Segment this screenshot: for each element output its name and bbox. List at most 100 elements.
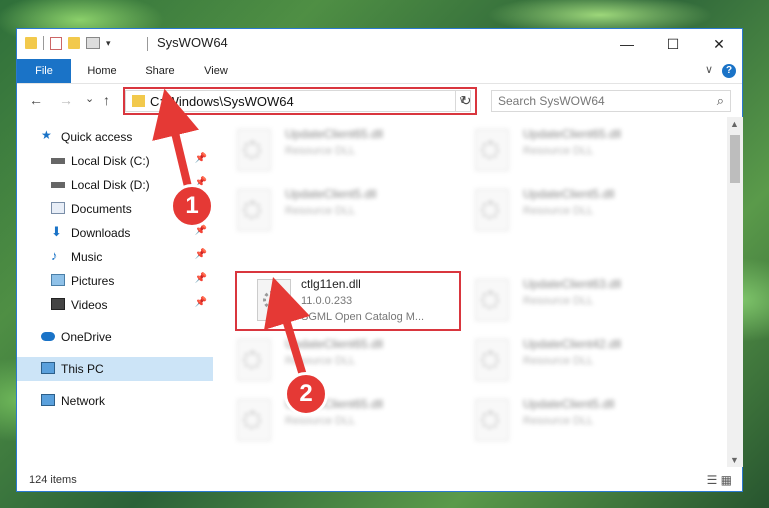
window-title: SysWOW64	[157, 35, 228, 50]
sidebar-item-label: Videos	[71, 298, 108, 312]
sidebar-item-quick-access[interactable]: ★ Quick access	[17, 125, 213, 149]
gear-icon	[481, 351, 499, 369]
maximize-button[interactable]: ☐	[650, 29, 696, 59]
callout-badge-1: 1	[170, 184, 214, 228]
sidebar-item-label: Local Disk (C:)	[71, 154, 150, 168]
pin-icon: 📌	[194, 297, 207, 308]
file-description: Resource DLL	[285, 355, 356, 367]
sidebar-item-label: Quick access	[61, 130, 133, 144]
close-button[interactable]: ✕	[696, 29, 742, 59]
search-icon[interactable]: ⌕	[717, 93, 724, 109]
recent-locations-button[interactable]: ⌄	[85, 92, 94, 105]
scrollbar-thumb[interactable]	[730, 135, 740, 183]
sidebar-item-videos[interactable]: Videos 📌	[17, 293, 213, 317]
explorer-window: ▾ SysWOW64 — ☐ ✕ File Home Share View ∨ …	[16, 28, 743, 492]
file-name: UpdateClient65.dll	[285, 337, 384, 351]
address-highlight-box	[123, 87, 477, 115]
sidebar-item-label: This PC	[61, 362, 104, 376]
back-button[interactable]: ←	[29, 92, 43, 108]
new-folder-icon[interactable]	[68, 37, 80, 49]
drive-icon	[51, 182, 65, 188]
gear-icon	[481, 411, 499, 429]
file-name: UpdateClient65.dll	[523, 127, 622, 141]
gear-icon	[243, 351, 261, 369]
forward-button[interactable]: →	[59, 92, 73, 108]
sidebar-item-music[interactable]: ♪ Music 📌	[17, 245, 213, 269]
file-description: Resource DLL	[285, 415, 356, 427]
documents-icon	[51, 202, 65, 214]
file-item[interactable]: UpdateClient65.dll Resource DLL	[451, 123, 671, 179]
file-list: UpdateClient65.dll Resource DLL UpdateCl…	[213, 117, 727, 467]
sidebar-item-onedrive[interactable]: OneDrive	[17, 325, 213, 349]
search-input[interactable]: Search SysWOW64 ⌕	[491, 90, 731, 112]
search-placeholder: Search SysWOW64	[498, 94, 605, 108]
ribbon-expand-icon[interactable]: ∨	[705, 63, 713, 76]
file-name: UpdateClient63.dll	[523, 277, 622, 291]
scroll-up-icon[interactable]: ▲	[730, 119, 739, 129]
scroll-down-icon[interactable]: ▼	[730, 455, 739, 465]
up-button[interactable]: ↑	[103, 92, 110, 108]
file-description: Resource DLL	[523, 355, 594, 367]
gear-icon	[243, 411, 261, 429]
navigation-bar: ← → ⌄ ↑ C:\Windows\SysWOW64 ∨ ↻ Search S…	[17, 83, 742, 117]
star-icon: ★	[41, 128, 52, 142]
file-item[interactable]: UpdateClient42.dll Resource DLL	[451, 333, 671, 389]
pictures-icon	[51, 274, 65, 286]
gear-icon	[481, 201, 499, 219]
gear-icon	[481, 291, 499, 309]
sidebar-item-label: OneDrive	[61, 330, 112, 344]
file-name: UpdateClient5.dll	[523, 397, 615, 411]
file-name: UpdateClient42.dll	[523, 337, 622, 351]
sidebar-item-local-disk-c[interactable]: Local Disk (C:) 📌	[17, 149, 213, 173]
file-item[interactable]: UpdateClient65.dll Resource DLL	[213, 123, 433, 179]
gear-icon	[243, 201, 261, 219]
tab-share[interactable]: Share	[137, 59, 183, 83]
file-item[interactable]: UpdateClient63.dll Resource DLL	[451, 273, 671, 329]
file-item[interactable]: UpdateClient5.dll Resource DLL	[451, 183, 671, 239]
sidebar-item-label: Music	[71, 250, 103, 264]
navigation-pane: ★ Quick access Local Disk (C:) 📌 Local D…	[17, 117, 213, 467]
title-bar: ▾ SysWOW64 — ☐ ✕	[17, 29, 742, 59]
quick-access-toolbar: ▾	[25, 36, 111, 50]
callout-badge-2: 2	[284, 372, 328, 416]
file-description: Resource DLL	[523, 145, 594, 157]
music-icon: ♪	[51, 248, 58, 263]
network-icon	[41, 394, 55, 406]
pin-icon: 📌	[194, 249, 207, 260]
chevron-down-icon[interactable]: ▾	[106, 38, 111, 49]
tab-home[interactable]: Home	[79, 59, 125, 83]
file-item[interactable]: UpdateClient5.dll Resource DLL	[213, 183, 433, 239]
help-icon[interactable]: ?	[722, 64, 736, 78]
sidebar-item-pictures[interactable]: Pictures 📌	[17, 269, 213, 293]
sidebar-item-label: Pictures	[71, 274, 115, 288]
folder-icon[interactable]	[25, 37, 37, 49]
onedrive-icon	[41, 332, 55, 341]
gear-icon	[481, 141, 499, 159]
vertical-scrollbar[interactable]: ▲ ▼	[727, 117, 743, 467]
status-bar: 124 items ☰ ▦	[17, 467, 742, 493]
pin-icon: 📌	[194, 273, 207, 284]
ribbon: File Home Share View ∨ ?	[17, 59, 742, 84]
file-description: Resource DLL	[285, 205, 356, 217]
videos-icon	[51, 298, 65, 310]
file-name: UpdateClient5.dll	[285, 187, 377, 201]
pin-icon: 📌	[194, 153, 207, 164]
customize-icon[interactable]	[86, 37, 100, 49]
minimize-button[interactable]: —	[604, 29, 650, 59]
file-description: Resource DLL	[523, 205, 594, 217]
sidebar-item-network[interactable]: Network	[17, 389, 213, 413]
file-item[interactable]: UpdateClient5.dll Resource DLL	[451, 393, 671, 449]
file-description: Resource DLL	[523, 295, 594, 307]
tab-file[interactable]: File	[17, 59, 71, 83]
gear-icon	[243, 141, 261, 159]
file-highlight-box	[235, 271, 461, 331]
view-toggle-icons[interactable]: ☰ ▦	[707, 473, 732, 487]
sidebar-item-label: Network	[61, 394, 106, 408]
file-description: Resource DLL	[523, 415, 594, 427]
sidebar-item-this-pc[interactable]: This PC	[17, 357, 213, 381]
properties-check-icon[interactable]	[50, 36, 62, 50]
toolbar-divider	[43, 36, 44, 50]
file-description: Resource DLL	[285, 145, 356, 157]
tab-view[interactable]: View	[193, 59, 239, 83]
sidebar-item-label: Downloads	[71, 226, 131, 240]
